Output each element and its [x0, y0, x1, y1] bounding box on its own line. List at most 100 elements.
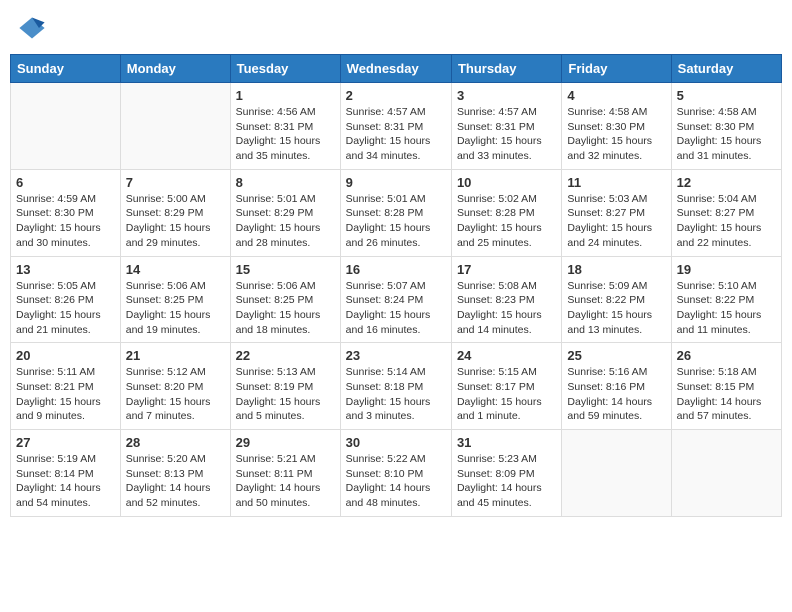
day-info: Sunrise: 5:06 AMSunset: 8:25 PMDaylight:…: [126, 279, 225, 338]
calendar-cell: 18 Sunrise: 5:09 AMSunset: 8:22 PMDayligh…: [562, 256, 671, 343]
calendar-cell: [120, 83, 230, 170]
calendar-week-row: 1 Sunrise: 4:56 AMSunset: 8:31 PMDaylight…: [11, 83, 782, 170]
calendar-cell: 13 Sunrise: 5:05 AMSunset: 8:26 PMDayligh…: [11, 256, 121, 343]
day-number: 9: [346, 175, 446, 190]
calendar-cell: 23 Sunrise: 5:14 AMSunset: 8:18 PMDayligh…: [340, 343, 451, 430]
calendar-cell: 19 Sunrise: 5:10 AMSunset: 8:22 PMDayligh…: [671, 256, 781, 343]
day-info: Sunrise: 5:04 AMSunset: 8:27 PMDaylight:…: [677, 192, 776, 251]
day-info: Sunrise: 5:12 AMSunset: 8:20 PMDaylight:…: [126, 365, 225, 424]
day-number: 24: [457, 348, 556, 363]
calendar-cell: 17 Sunrise: 5:08 AMSunset: 8:23 PMDayligh…: [451, 256, 561, 343]
day-number: 28: [126, 435, 225, 450]
calendar-cell: 14Sunrise: 5:06 AMSunset: 8:25 PMDayligh…: [120, 256, 230, 343]
day-number: 23: [346, 348, 446, 363]
day-info: Sunrise: 5:19 AMSunset: 8:14 PMDaylight:…: [16, 452, 115, 511]
calendar-cell: 5Sunrise: 4:58 AMSunset: 8:30 PMDaylight…: [671, 83, 781, 170]
day-info: Sunrise: 5:02 AMSunset: 8:28 PMDaylight:…: [457, 192, 556, 251]
day-number: 15: [236, 262, 335, 277]
calendar-cell: 27 Sunrise: 5:19 AMSunset: 8:14 PMDayligh…: [11, 430, 121, 517]
calendar-cell: 16Sunrise: 5:07 AMSunset: 8:24 PMDayligh…: [340, 256, 451, 343]
day-info: Sunrise: 5:13 AMSunset: 8:19 PMDaylight:…: [236, 365, 335, 424]
day-info: Sunrise: 5:03 AMSunset: 8:27 PMDaylight:…: [567, 192, 665, 251]
day-info: Sunrise: 5:07 AMSunset: 8:24 PMDaylight:…: [346, 279, 446, 338]
day-number: 6: [16, 175, 115, 190]
calendar-cell: 7 Sunrise: 5:00 AMSunset: 8:29 PMDaylight…: [120, 169, 230, 256]
calendar-cell: 31Sunrise: 5:23 AMSunset: 8:09 PMDayligh…: [451, 430, 561, 517]
calendar-cell: 4 Sunrise: 4:58 AMSunset: 8:30 PMDaylight…: [562, 83, 671, 170]
day-number: 13: [16, 262, 115, 277]
calendar-cell: 6 Sunrise: 4:59 AMSunset: 8:30 PMDaylight…: [11, 169, 121, 256]
day-info: Sunrise: 5:09 AMSunset: 8:22 PMDaylight:…: [567, 279, 665, 338]
day-number: 12: [677, 175, 776, 190]
calendar-cell: 2 Sunrise: 4:57 AMSunset: 8:31 PMDaylight…: [340, 83, 451, 170]
logo: [18, 14, 48, 42]
day-number: 17: [457, 262, 556, 277]
day-info: Sunrise: 5:15 AMSunset: 8:17 PMDaylight:…: [457, 365, 556, 424]
calendar-cell: 30Sunrise: 5:22 AMSunset: 8:10 PMDayligh…: [340, 430, 451, 517]
day-info: Sunrise: 5:00 AMSunset: 8:29 PMDaylight:…: [126, 192, 225, 251]
day-number: 19: [677, 262, 776, 277]
calendar-cell: [11, 83, 121, 170]
day-info: Sunrise: 5:06 AMSunset: 8:25 PMDaylight:…: [236, 279, 335, 338]
day-info: Sunrise: 4:57 AMSunset: 8:31 PMDaylight:…: [346, 105, 446, 164]
day-number: 4: [567, 88, 665, 103]
day-number: 27: [16, 435, 115, 450]
day-info: Sunrise: 5:08 AMSunset: 8:23 PMDaylight:…: [457, 279, 556, 338]
calendar-cell: 12 Sunrise: 5:04 AMSunset: 8:27 PMDayligh…: [671, 169, 781, 256]
weekday-header: Monday: [120, 55, 230, 83]
day-number: 7: [126, 175, 225, 190]
day-info: Sunrise: 5:11 AMSunset: 8:21 PMDaylight:…: [16, 365, 115, 424]
calendar-cell: 20Sunrise: 5:11 AMSunset: 8:21 PMDayligh…: [11, 343, 121, 430]
calendar-week-row: 27 Sunrise: 5:19 AMSunset: 8:14 PMDayligh…: [11, 430, 782, 517]
day-number: 26: [677, 348, 776, 363]
day-number: 25: [567, 348, 665, 363]
day-number: 3: [457, 88, 556, 103]
day-number: 2: [346, 88, 446, 103]
day-info: Sunrise: 5:14 AMSunset: 8:18 PMDaylight:…: [346, 365, 446, 424]
day-info: Sunrise: 4:59 AMSunset: 8:30 PMDaylight:…: [16, 192, 115, 251]
weekday-header: Sunday: [11, 55, 121, 83]
day-number: 21: [126, 348, 225, 363]
day-info: Sunrise: 4:56 AMSunset: 8:31 PMDaylight:…: [236, 105, 335, 164]
calendar-cell: 28 Sunrise: 5:20 AMSunset: 8:13 PMDayligh…: [120, 430, 230, 517]
day-info: Sunrise: 5:05 AMSunset: 8:26 PMDaylight:…: [16, 279, 115, 338]
day-info: Sunrise: 5:21 AMSunset: 8:11 PMDaylight:…: [236, 452, 335, 511]
calendar-cell: 22Sunrise: 5:13 AMSunset: 8:19 PMDayligh…: [230, 343, 340, 430]
day-number: 1: [236, 88, 335, 103]
weekday-header: Saturday: [671, 55, 781, 83]
day-number: 10: [457, 175, 556, 190]
weekday-header: Friday: [562, 55, 671, 83]
calendar-cell: 8 Sunrise: 5:01 AMSunset: 8:29 PMDaylight…: [230, 169, 340, 256]
day-info: Sunrise: 5:10 AMSunset: 8:22 PMDaylight:…: [677, 279, 776, 338]
day-info: Sunrise: 5:01 AMSunset: 8:28 PMDaylight:…: [346, 192, 446, 251]
day-number: 5: [677, 88, 776, 103]
day-info: Sunrise: 4:58 AMSunset: 8:30 PMDaylight:…: [567, 105, 665, 164]
weekday-header: Tuesday: [230, 55, 340, 83]
calendar-cell: 1 Sunrise: 4:56 AMSunset: 8:31 PMDaylight…: [230, 83, 340, 170]
day-number: 8: [236, 175, 335, 190]
calendar-cell: [671, 430, 781, 517]
calendar-cell: [562, 430, 671, 517]
calendar-cell: 26Sunrise: 5:18 AMSunset: 8:15 PMDayligh…: [671, 343, 781, 430]
calendar-cell: 29 Sunrise: 5:21 AMSunset: 8:11 PMDayligh…: [230, 430, 340, 517]
logo-icon: [18, 14, 46, 42]
calendar-cell: 21 Sunrise: 5:12 AMSunset: 8:20 PMDayligh…: [120, 343, 230, 430]
calendar-week-row: 6 Sunrise: 4:59 AMSunset: 8:30 PMDaylight…: [11, 169, 782, 256]
weekday-header-row: SundayMondayTuesdayWednesdayThursdayFrid…: [11, 55, 782, 83]
calendar-cell: 3 Sunrise: 4:57 AMSunset: 8:31 PMDaylight…: [451, 83, 561, 170]
calendar-cell: 10 Sunrise: 5:02 AMSunset: 8:28 PMDayligh…: [451, 169, 561, 256]
calendar-table: SundayMondayTuesdayWednesdayThursdayFrid…: [10, 54, 782, 517]
day-info: Sunrise: 5:20 AMSunset: 8:13 PMDaylight:…: [126, 452, 225, 511]
day-number: 29: [236, 435, 335, 450]
calendar-cell: 9 Sunrise: 5:01 AMSunset: 8:28 PMDaylight…: [340, 169, 451, 256]
day-number: 11: [567, 175, 665, 190]
day-number: 30: [346, 435, 446, 450]
day-info: Sunrise: 5:23 AMSunset: 8:09 PMDaylight:…: [457, 452, 556, 511]
weekday-header: Thursday: [451, 55, 561, 83]
calendar-cell: 11 Sunrise: 5:03 AMSunset: 8:27 PMDayligh…: [562, 169, 671, 256]
day-number: 18: [567, 262, 665, 277]
day-info: Sunrise: 5:16 AMSunset: 8:16 PMDaylight:…: [567, 365, 665, 424]
day-info: Sunrise: 4:57 AMSunset: 8:31 PMDaylight:…: [457, 105, 556, 164]
calendar-cell: 15 Sunrise: 5:06 AMSunset: 8:25 PMDayligh…: [230, 256, 340, 343]
day-info: Sunrise: 5:01 AMSunset: 8:29 PMDaylight:…: [236, 192, 335, 251]
